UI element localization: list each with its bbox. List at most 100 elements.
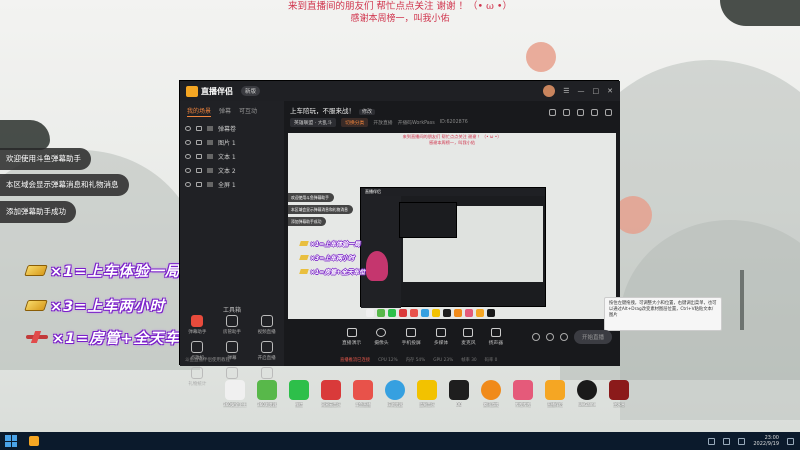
stream-preview[interactable]: 来到直播间的朋友们 帮忙点点关注 谢谢 ！（• ω •） 感谢本周榜一，叫我小佑… xyxy=(288,133,616,319)
taskbar-clock[interactable]: 23:00 2022/9/19 xyxy=(753,435,779,447)
app-titlebar[interactable]: 直播伴侣 新版 ☰ — □ ✕ xyxy=(180,81,620,101)
game-app-icon xyxy=(481,380,501,400)
version-badge[interactable]: 新版 xyxy=(241,86,261,96)
layer-item[interactable]: 文本 1 xyxy=(180,149,284,163)
input-method-icon[interactable] xyxy=(738,437,746,445)
game-app-icon xyxy=(609,380,629,400)
desktop-icon[interactable]: WeGame xyxy=(574,380,600,408)
sidebar-tabs: 我的场景 弹幕 可互动 xyxy=(180,101,284,117)
eye-icon[interactable] xyxy=(185,139,191,145)
camera-icon xyxy=(376,328,387,337)
share-icon[interactable] xyxy=(605,109,612,116)
status-bar: 直播推流已连接 CPU 12% 内存 54% GPU 23% 帧率 30 码率 … xyxy=(284,354,620,366)
chat-notice: 欢迎使用斗鱼弹幕助手 xyxy=(0,148,91,170)
tab-interactive[interactable]: 可互动 xyxy=(239,106,257,117)
eye-icon[interactable] xyxy=(185,125,191,131)
chat-notice: 添加弹幕助手成功 xyxy=(0,201,76,223)
tab-danmaku[interactable]: 弹幕 xyxy=(219,106,231,117)
desktop-icon[interactable]: 哔哩哔哩 xyxy=(510,380,536,408)
layer-item[interactable]: 弹幕卷 xyxy=(180,121,284,135)
room-id: ID:6202876 xyxy=(439,120,468,125)
live-companion-window[interactable]: 直播伴侣 新版 ☰ — □ ✕ 我的场景 弹幕 可互动 弹幕卷 图片 1 文本 … xyxy=(179,80,722,387)
layer-type-icon xyxy=(207,153,213,159)
lock-icon[interactable] xyxy=(196,167,202,173)
toolbox-title: 工具箱 xyxy=(222,307,241,314)
start-live-button[interactable]: 开始直播 xyxy=(573,330,612,344)
clock-icon[interactable] xyxy=(545,333,554,341)
layer-item[interactable]: 全屏 1 xyxy=(180,177,284,191)
desktop-icon[interactable]: IE浏览器 xyxy=(382,380,408,408)
desktop-icon[interactable]: 腾讯游戏 xyxy=(478,380,504,408)
gift-rule-text: ×1=房管+全天车位 xyxy=(52,330,196,347)
settings-icon[interactable] xyxy=(577,109,584,116)
close-icon[interactable]: ✕ xyxy=(607,87,613,95)
minimize-icon[interactable]: — xyxy=(578,87,585,95)
edit-title-button[interactable]: 修改 xyxy=(359,109,376,115)
taskbar-live-companion-icon[interactable] xyxy=(29,436,39,446)
user-avatar[interactable] xyxy=(543,85,556,97)
eye-icon[interactable] xyxy=(185,181,191,187)
volume-icon[interactable] xyxy=(723,437,731,445)
multimedia-button[interactable]: 多媒体 xyxy=(434,328,448,346)
layer-item[interactable]: 文本 2 xyxy=(180,163,284,177)
lock-icon[interactable] xyxy=(549,109,556,116)
settings-icon[interactable] xyxy=(559,333,568,341)
red-sun-icon xyxy=(526,42,556,72)
preview-mascot-image xyxy=(366,251,388,281)
network-icon[interactable] xyxy=(708,437,716,445)
screenshot-icon[interactable] xyxy=(563,109,570,116)
preview-banner: 来到直播间的朋友们 帮忙点点关注 谢谢 ！（• ω •） 感谢本周榜一，叫我小佑 xyxy=(402,134,502,145)
preview-notice: 添加弹幕助手成功 xyxy=(288,217,327,226)
room-category[interactable]: 英雄联盟 · 大乱斗 xyxy=(290,118,337,127)
layer-label: 文本 1 xyxy=(218,153,236,161)
toolbox-grid: 弹幕助手 房管助手 视频直播 点歌机 弹幕 开启直播 礼物统计 主播任务 xyxy=(180,315,284,387)
desktop-icon[interactable]: 直播伴侣 xyxy=(542,380,568,408)
desktop-icon[interactable]: QQ xyxy=(446,380,472,408)
tool-gift-stats[interactable]: 礼物统计 xyxy=(180,367,215,387)
layer-label: 文本 2 xyxy=(218,167,236,175)
desktop-icon[interactable]: 微信 xyxy=(286,380,312,408)
tab-my-scene[interactable]: 我的场景 xyxy=(187,106,212,117)
scene-sidebar: 我的场景 弹幕 可互动 弹幕卷 图片 1 文本 1 文本 2 全屏 1 工具箱 … xyxy=(180,101,284,387)
chat-icon xyxy=(225,341,238,353)
douyu-app-icon xyxy=(353,380,373,400)
lock-icon[interactable] xyxy=(196,125,202,131)
task-icon xyxy=(260,367,273,379)
windows-start-icon[interactable] xyxy=(5,435,17,447)
lock-icon[interactable] xyxy=(196,139,202,145)
microphone-button[interactable]: 麦克风 xyxy=(461,328,476,346)
preview-notice: 欢迎使用斗鱼弹幕助手 xyxy=(288,193,334,202)
layer-type-icon xyxy=(207,167,213,173)
tool-video-live[interactable]: 视频直播 xyxy=(249,315,284,335)
record-icon[interactable] xyxy=(531,333,540,341)
desktop-icon[interactable]: 360浏览器 xyxy=(254,380,280,408)
notification-icon[interactable] xyxy=(787,437,794,445)
layer-item[interactable]: 图片 1 xyxy=(180,135,284,149)
danmaku-assistant-icon xyxy=(191,315,204,327)
tool-icon xyxy=(225,367,238,379)
shield-app-icon xyxy=(225,380,245,400)
camera-button[interactable]: 摄像头 xyxy=(374,328,389,346)
tool-danmaku-assistant[interactable]: 弹幕助手 xyxy=(180,315,215,335)
desktop-icon[interactable]: 逆水寒 xyxy=(606,380,632,408)
menu-icon[interactable]: ☰ xyxy=(563,87,569,95)
live-demo-button[interactable]: 直播演示 xyxy=(342,328,361,346)
eye-icon[interactable] xyxy=(185,167,191,173)
desktop-icon[interactable]: 360安全卫士 xyxy=(222,380,248,408)
tool-room-admin[interactable]: 房管助手 xyxy=(215,315,250,335)
preview-rule: ×1=房管+全天车位 xyxy=(300,267,365,276)
desktop-icon[interactable]: 酷狗音乐 xyxy=(414,380,440,408)
lock-icon[interactable] xyxy=(196,153,202,159)
preview-rule: ×1=上车体验一局 xyxy=(300,239,360,248)
layout-icon[interactable] xyxy=(591,109,598,116)
lock-icon[interactable] xyxy=(196,181,202,187)
maximize-icon[interactable]: □ xyxy=(593,87,600,95)
banner-line-1: 来到直播间的朋友们 帮忙点点关注 谢谢 ！（• ω •） xyxy=(287,1,513,12)
desktop-icon[interactable]: 斗鱼直播 xyxy=(350,380,376,408)
desktop-icon[interactable]: 网易云音乐 xyxy=(318,380,344,408)
switch-category-button[interactable]: 切换分类 xyxy=(341,118,369,127)
phone-cast-button[interactable]: 手机投屏 xyxy=(402,328,421,346)
tutorial-link[interactable]: 斗鱼直播伴侣使用教程 xyxy=(180,357,284,363)
eye-icon[interactable] xyxy=(185,153,191,159)
speaker-button[interactable]: 扬声器 xyxy=(489,328,503,346)
